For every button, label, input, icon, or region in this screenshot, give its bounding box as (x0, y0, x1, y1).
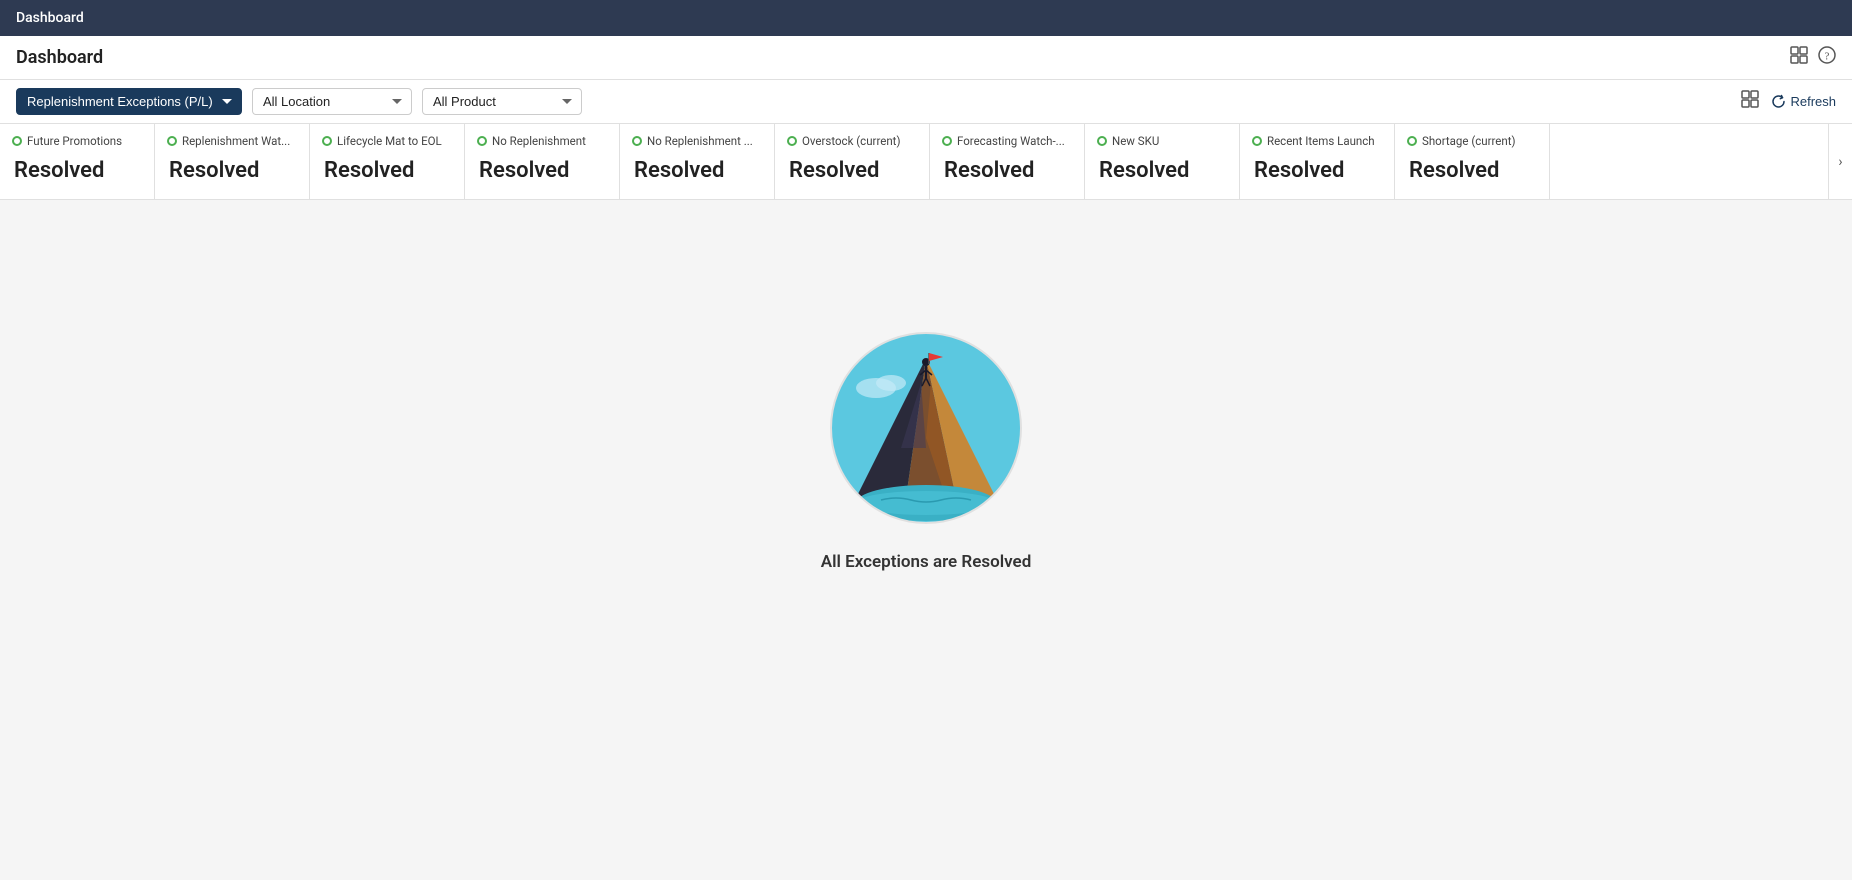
exception-card-0[interactable]: Future Promotions Resolved (0, 124, 155, 199)
status-dot (477, 136, 487, 146)
card-header: Forecasting Watch-... (942, 134, 1072, 148)
card-value: Resolved (1097, 158, 1189, 183)
nav-title: Dashboard (16, 10, 84, 26)
card-value: Resolved (1252, 158, 1344, 183)
resolved-message: All Exceptions are Resolved (821, 552, 1032, 572)
card-label: Shortage (current) (1422, 134, 1516, 148)
card-header: Future Promotions (12, 134, 142, 148)
top-nav: Dashboard (0, 0, 1852, 36)
status-dot (632, 136, 642, 146)
cards-arrow-right[interactable]: › (1828, 124, 1852, 199)
card-header: Overstock (current) (787, 134, 917, 148)
exception-card-8[interactable]: Recent Items Launch Resolved (1240, 124, 1395, 199)
card-value: Resolved (632, 158, 724, 183)
refresh-label: Refresh (1790, 94, 1836, 109)
card-label: New SKU (1112, 134, 1159, 148)
grid-view-button[interactable] (1741, 90, 1759, 113)
card-value: Resolved (322, 158, 414, 183)
status-dot (12, 136, 22, 146)
card-label: Overstock (current) (802, 134, 900, 148)
status-dot (1252, 136, 1262, 146)
exception-card-5[interactable]: Overstock (current) Resolved (775, 124, 930, 199)
card-value: Resolved (12, 158, 104, 183)
card-header: Recent Items Launch (1252, 134, 1382, 148)
card-value: Resolved (167, 158, 259, 183)
card-value: Resolved (942, 158, 1034, 183)
status-dot (787, 136, 797, 146)
product-filter[interactable]: All Product (422, 88, 582, 115)
card-header: Lifecycle Mat to EOL (322, 134, 452, 148)
status-dot (1407, 136, 1417, 146)
card-label: Forecasting Watch-... (957, 134, 1065, 148)
refresh-button[interactable]: Refresh (1771, 94, 1836, 109)
toolbar: Replenishment Exceptions (P/L) All Locat… (0, 80, 1852, 124)
svg-text:?: ? (1825, 51, 1830, 63)
card-header: No Replenishment ... (632, 134, 762, 148)
page-header: Dashboard ? (0, 36, 1852, 80)
location-filter[interactable]: All Location (252, 88, 412, 115)
card-label: Lifecycle Mat to EOL (337, 134, 442, 148)
card-value: Resolved (477, 158, 569, 183)
card-value: Resolved (787, 158, 879, 183)
help-icon[interactable]: ? (1818, 46, 1836, 69)
status-dot (322, 136, 332, 146)
exception-card-7[interactable]: New SKU Resolved (1085, 124, 1240, 199)
card-header: New SKU (1097, 134, 1227, 148)
page-title: Dashboard (16, 47, 103, 68)
card-label: Future Promotions (27, 134, 122, 148)
card-value: Resolved (1407, 158, 1499, 183)
exception-card-3[interactable]: No Replenishment Resolved (465, 124, 620, 199)
status-dot (167, 136, 177, 146)
exception-card-9[interactable]: Shortage (current) Resolved (1395, 124, 1550, 199)
replenishment-filter[interactable]: Replenishment Exceptions (P/L) (16, 88, 242, 115)
card-header: Shortage (current) (1407, 134, 1537, 148)
exception-card-6[interactable]: Forecasting Watch-... Resolved (930, 124, 1085, 199)
card-label: Recent Items Launch (1267, 134, 1375, 148)
mountain-illustration (826, 328, 1026, 528)
exception-card-4[interactable]: No Replenishment ... Resolved (620, 124, 775, 199)
card-header: Replenishment Wat... (167, 134, 297, 148)
card-label: No Replenishment ... (647, 134, 753, 148)
table-view-icon[interactable] (1790, 46, 1808, 69)
card-label: No Replenishment (492, 134, 586, 148)
main-content: All Exceptions are Resolved (0, 200, 1852, 700)
exception-card-1[interactable]: Replenishment Wat... Resolved (155, 124, 310, 199)
status-dot (942, 136, 952, 146)
card-header: No Replenishment (477, 134, 607, 148)
card-label: Replenishment Wat... (182, 134, 290, 148)
exception-card-2[interactable]: Lifecycle Mat to EOL Resolved (310, 124, 465, 199)
status-dot (1097, 136, 1107, 146)
cards-container: Future Promotions Resolved Replenishment… (0, 124, 1852, 200)
